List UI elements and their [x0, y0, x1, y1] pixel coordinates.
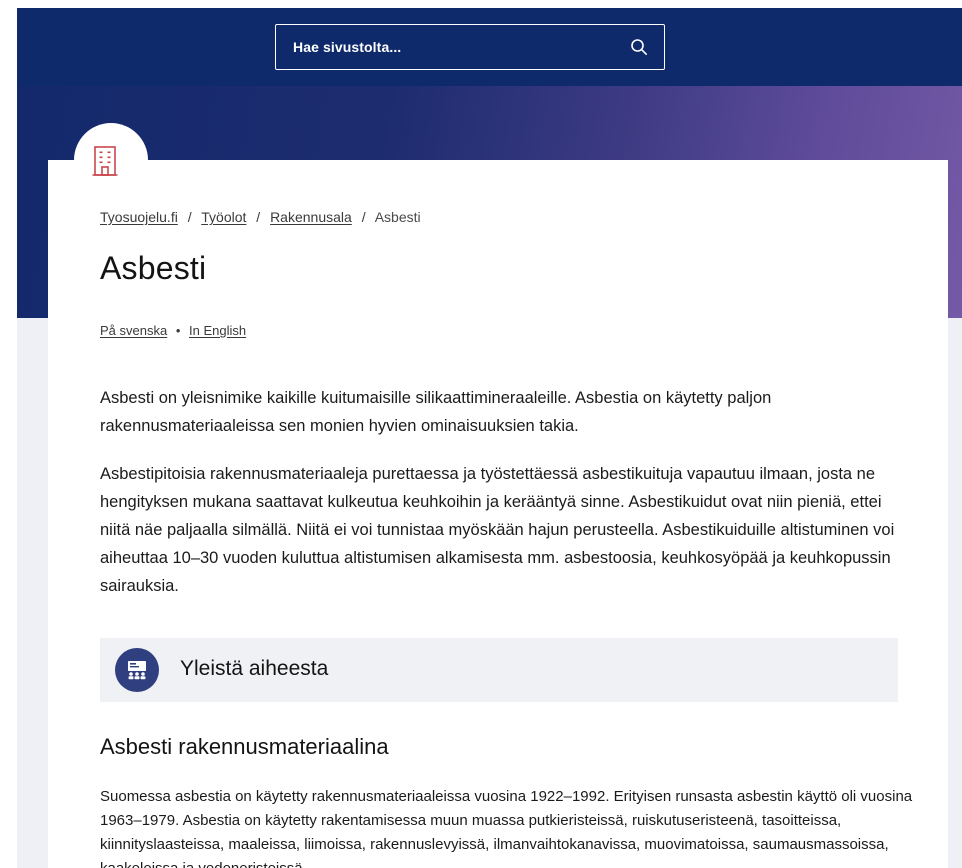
breadcrumb-separator: /	[256, 209, 261, 225]
search-icon	[631, 39, 648, 56]
presentation-icon	[115, 648, 159, 692]
breadcrumb-separator: /	[361, 209, 366, 225]
language-links: På svenska • In English	[100, 323, 246, 338]
search-field[interactable]: Hae sivustolta...	[275, 24, 665, 70]
breadcrumb-link-home[interactable]: Tyosuojelu.fi	[100, 209, 178, 225]
intro-paragraph-2: Asbestipitoisia rakennusmateriaaleja pur…	[100, 465, 895, 595]
topic-accordion-yleista[interactable]: Yleistä aiheesta	[100, 638, 898, 702]
breadcrumb-link-tyoolot[interactable]: Työolot	[201, 209, 246, 225]
breadcrumb-separator: /	[187, 209, 192, 225]
section-heading: Asbesti rakennusmateriaalina	[100, 734, 389, 759]
language-link-swedish[interactable]: På svenska	[100, 323, 167, 338]
search-placeholder: Hae sivustolta...	[293, 39, 402, 55]
language-separator: •	[175, 323, 181, 338]
intro-paragraph-1: Asbesti on yleisnimike kaikille kuitumai…	[100, 389, 772, 435]
breadcrumb: Tyosuojelu.fi / Työolot / Rakennusala / …	[100, 209, 421, 225]
breadcrumb-link-rakennusala[interactable]: Rakennusala	[270, 209, 352, 225]
section-paragraph: Suomessa asbestia on käytetty rakennusma…	[100, 788, 913, 868]
building-icon	[92, 146, 118, 176]
topic-label: Yleistä aiheesta	[180, 657, 329, 680]
content-card: Tyosuojelu.fi / Työolot / Rakennusala / …	[48, 160, 948, 868]
page-category-badge	[74, 123, 148, 197]
language-link-english[interactable]: In English	[189, 323, 246, 338]
page-title: Asbesti	[100, 250, 207, 286]
breadcrumb-current: Asbesti	[374, 209, 421, 225]
